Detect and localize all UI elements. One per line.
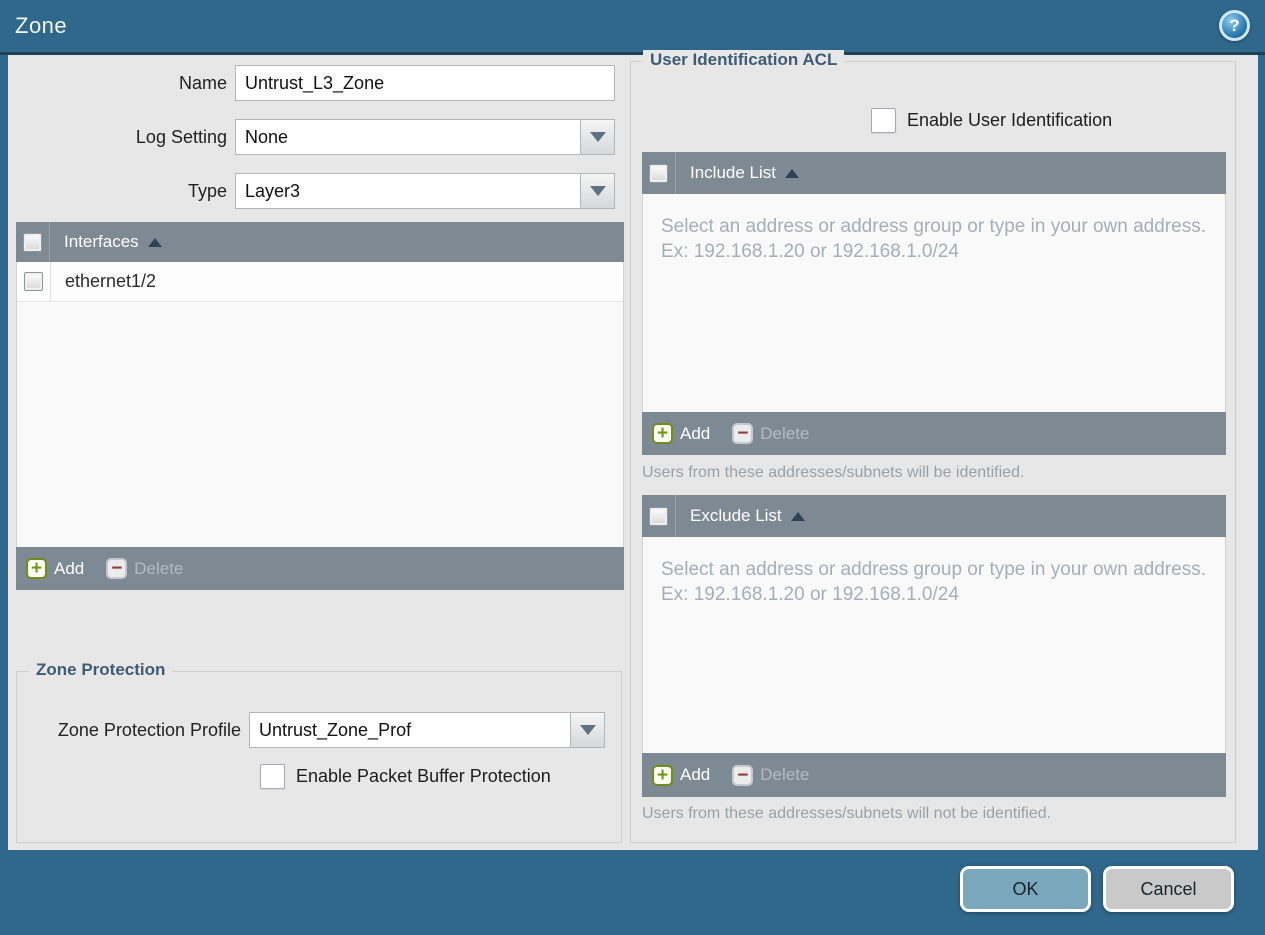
- include-add-button[interactable]: + Add: [652, 423, 710, 444]
- include-select-all-checkbox[interactable]: [649, 163, 668, 183]
- minus-icon: −: [732, 764, 754, 786]
- exclude-list-header: Exclude List: [642, 495, 1226, 537]
- cancel-button[interactable]: Cancel: [1103, 866, 1234, 912]
- packet-buffer-protection-checkbox[interactable]: [260, 764, 285, 789]
- zone-protection-profile-row: Zone Protection Profile: [17, 712, 605, 748]
- exclude-delete-button[interactable]: − Delete: [732, 764, 810, 786]
- help-icon[interactable]: ?: [1219, 10, 1250, 41]
- interfaces-select-all-checkbox[interactable]: [23, 232, 42, 252]
- zone-protection-legend: Zone Protection: [29, 660, 173, 680]
- enable-user-identification-row: Enable User Identification: [871, 108, 1112, 133]
- interface-name: ethernet1/2: [65, 271, 157, 291]
- chevron-down-icon: [589, 132, 606, 142]
- include-delete-label: Delete: [760, 423, 810, 443]
- minus-icon: −: [732, 423, 754, 444]
- interface-row-checkbox-cell: [17, 262, 51, 301]
- exclude-select-all-cell: [642, 495, 676, 537]
- log-setting-select[interactable]: [235, 119, 581, 155]
- sort-ascending-icon: [790, 511, 805, 521]
- exclude-add-button[interactable]: + Add: [652, 764, 711, 786]
- plus-icon: +: [26, 558, 47, 579]
- include-select-all-cell: [642, 152, 676, 194]
- include-list-footer: + Add − Delete: [642, 412, 1226, 455]
- name-input[interactable]: [235, 65, 615, 101]
- interfaces-table-footer: + Add − Delete: [16, 547, 624, 590]
- exclude-select-all-checkbox[interactable]: [649, 506, 668, 526]
- type-select[interactable]: [235, 173, 581, 209]
- interfaces-delete-button[interactable]: − Delete: [106, 558, 183, 579]
- interface-row-checkbox[interactable]: [24, 272, 43, 291]
- include-list-body: Select an address or address group or ty…: [642, 194, 1226, 412]
- exclude-list-column-header[interactable]: Exclude List: [690, 506, 782, 526]
- zone-protection-section: Zone Protection Zone Protection Profile …: [16, 660, 622, 843]
- sort-ascending-icon: [147, 237, 162, 247]
- interfaces-add-label: Add: [54, 558, 85, 578]
- include-list-placeholder: Select an address or address group or ty…: [661, 216, 1206, 263]
- include-list-table: Include List Select an address or addres…: [642, 152, 1226, 455]
- log-setting-dropdown-button[interactable]: [581, 119, 615, 155]
- dialog-body: Name Log Setting Type Interfaces: [8, 50, 1258, 850]
- exclude-delete-label: Delete: [760, 765, 810, 784]
- zone-protection-profile-dropdown-button[interactable]: [571, 712, 605, 748]
- log-setting-label: Log Setting: [135, 127, 227, 147]
- plus-icon: +: [652, 423, 673, 444]
- exclude-list-table: Exclude List Select an address or addres…: [642, 495, 1226, 797]
- include-list-header: Include List: [642, 152, 1226, 194]
- interfaces-add-button[interactable]: + Add: [26, 558, 84, 579]
- dialog-titlebar: Zone ?: [0, 0, 1265, 52]
- exclude-list-placeholder: Select an address or address group or ty…: [661, 559, 1206, 606]
- name-row: Name: [8, 65, 615, 101]
- ok-button[interactable]: OK: [960, 866, 1091, 912]
- zone-protection-profile-select[interactable]: [249, 712, 571, 748]
- interfaces-delete-label: Delete: [134, 558, 184, 578]
- user-identification-legend: User Identification ACL: [643, 50, 845, 70]
- zone-protection-profile-label: Zone Protection Profile: [57, 720, 241, 740]
- exclude-list-footer: + Add − Delete: [642, 753, 1226, 797]
- include-delete-button[interactable]: − Delete: [732, 423, 809, 444]
- interfaces-table-header: Interfaces: [16, 222, 624, 262]
- interfaces-table: Interfaces ethernet1/2 + Add − Delete: [16, 222, 624, 590]
- chevron-down-icon: [579, 725, 596, 735]
- user-identification-section: User Identification ACL Enable User Iden…: [630, 50, 1236, 843]
- plus-icon: +: [652, 764, 673, 786]
- packet-buffer-protection-row: Enable Packet Buffer Protection: [260, 764, 551, 789]
- type-row: Type: [8, 173, 615, 209]
- sort-ascending-icon: [785, 168, 799, 178]
- minus-icon: −: [106, 558, 128, 579]
- interfaces-select-all-cell: [16, 222, 50, 262]
- enable-user-identification-label: Enable User Identification: [907, 110, 1113, 130]
- interfaces-table-body: ethernet1/2: [16, 262, 624, 547]
- exclude-list-caption: Users from these addresses/subnets will …: [642, 805, 1052, 822]
- include-list-caption: Users from these addresses/subnets will …: [642, 464, 1025, 481]
- include-list-column-header[interactable]: Include List: [690, 163, 776, 183]
- interface-row[interactable]: ethernet1/2: [17, 262, 623, 302]
- name-label: Name: [178, 73, 227, 93]
- type-dropdown-button[interactable]: [581, 173, 615, 209]
- enable-user-identification-checkbox[interactable]: [871, 108, 896, 133]
- dialog-title: Zone: [15, 13, 68, 38]
- zone-dialog: { "dialog": { "title": "Zone" }, "form":…: [0, 0, 1265, 935]
- exclude-add-label: Add: [680, 765, 711, 784]
- interfaces-column-header[interactable]: Interfaces: [64, 232, 139, 252]
- packet-buffer-protection-label: Enable Packet Buffer Protection: [296, 766, 551, 786]
- include-add-label: Add: [680, 423, 711, 443]
- exclude-list-body: Select an address or address group or ty…: [642, 537, 1226, 753]
- log-setting-row: Log Setting: [8, 119, 615, 155]
- type-label: Type: [187, 181, 227, 201]
- chevron-down-icon: [589, 186, 606, 196]
